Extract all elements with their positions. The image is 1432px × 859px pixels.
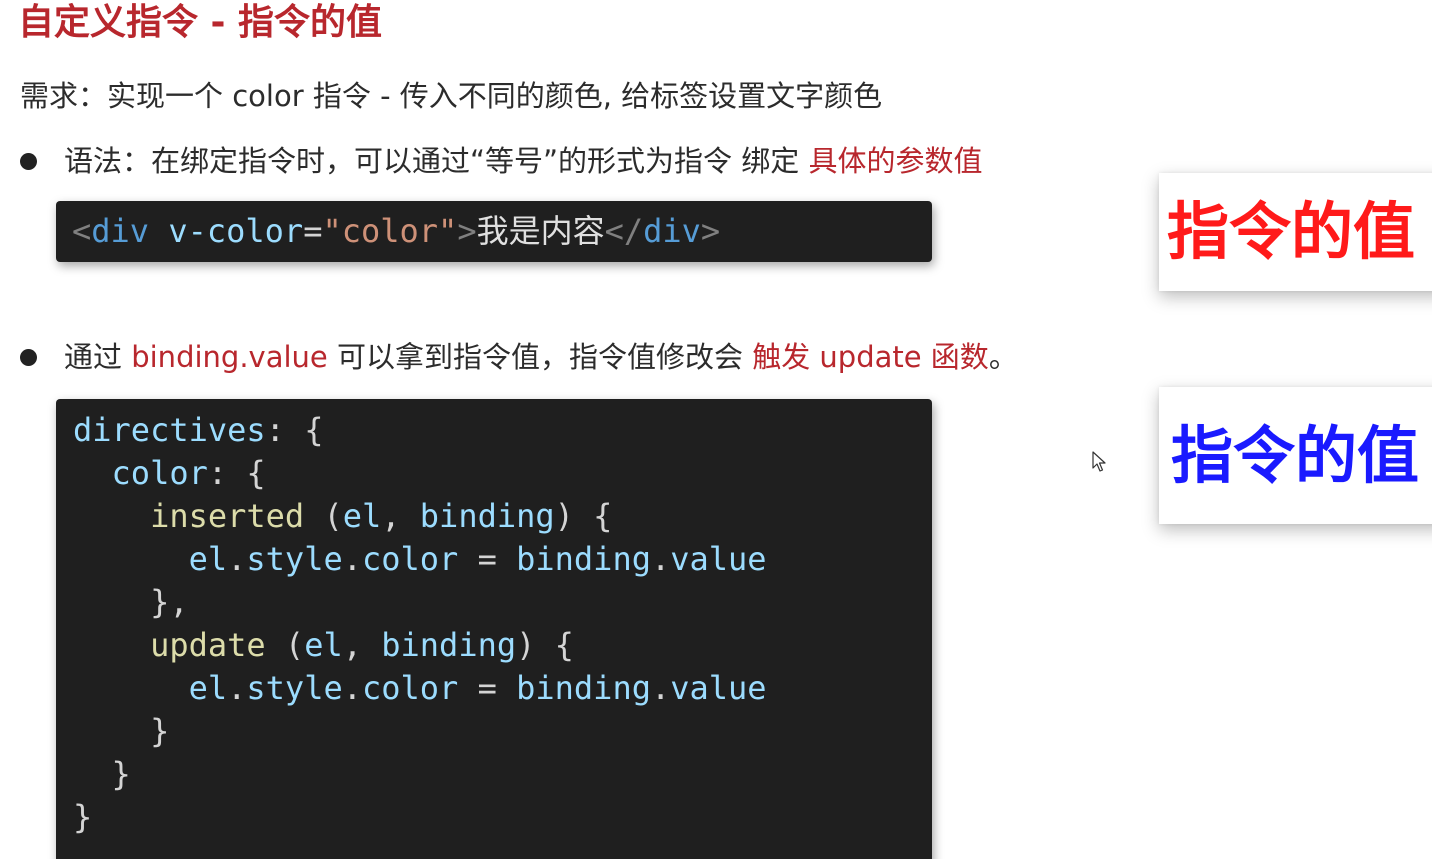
code-token: ) {: [516, 626, 574, 664]
code-token: : {: [207, 454, 266, 492]
code-token: inserted: [150, 497, 305, 535]
code-token: .: [650, 540, 671, 578]
code-token: binding: [516, 669, 651, 707]
code-token: binding: [516, 540, 651, 578]
code-token: .: [342, 669, 362, 707]
code-token: (: [265, 626, 305, 664]
code-token: directives: [73, 411, 266, 449]
code-token: .: [342, 540, 362, 578]
code-token: v-color: [168, 212, 304, 250]
code-token: }: [73, 798, 93, 836]
code-token: 我是内容: [476, 212, 605, 250]
code-token: =: [458, 540, 517, 578]
code-token: (: [304, 497, 343, 535]
code-line: color: {: [73, 452, 932, 495]
code-token: el: [188, 540, 228, 578]
code-token: =: [458, 669, 517, 707]
bullet-binding-text: 。: [988, 340, 1018, 374]
code-token: binding: [381, 626, 517, 664]
slide-page: 自定义指令 - 指令的值 需求：实现一个 color 指令 - 传入不同的颜色,…: [0, 0, 1432, 859]
code-token: div: [643, 212, 701, 250]
code-line: }: [73, 710, 932, 753]
code-line: inserted (el, binding) {: [73, 495, 932, 538]
code-token: >: [457, 212, 477, 250]
code-token: style: [246, 669, 343, 707]
bullet-binding: 通过 binding.value 可以拿到指令值，指令值修改会 触发 updat…: [64, 337, 1018, 377]
code-token: .: [227, 669, 247, 707]
code-token: binding: [419, 497, 555, 535]
code-snippet-template: <div v-color="color">我是内容</div>: [56, 201, 932, 262]
bullet-binding-highlight: binding.value: [131, 340, 328, 374]
bullet-syntax: 语法：在绑定指令时，可以通过“等号”的形式为指令 绑定 具体的参数值: [64, 141, 983, 181]
bullet-binding-text: 可以拿到指令值，指令值修改会: [327, 340, 753, 374]
requirement-text: 需求：实现一个 color 指令 - 传入不同的颜色, 给标签设置文字颜色: [20, 79, 883, 113]
demo-blue-text: 指令的值: [1171, 419, 1420, 492]
code-line: },: [73, 581, 932, 624]
code-line: }: [73, 796, 932, 839]
code-token: color: [361, 669, 459, 707]
code-line: directives: {: [73, 409, 932, 452]
bullet-syntax-highlight: 具体的参数值: [808, 144, 983, 178]
code-token: <: [72, 212, 92, 250]
code-line: el.style.color = binding.value: [73, 667, 932, 710]
demo-card-blue: 指令的值: [1159, 387, 1432, 524]
code-line: }: [73, 753, 932, 796]
bullet-dot: [20, 153, 37, 170]
page-title: 自定义指令 - 指令的值: [18, 2, 383, 43]
code-token: color: [361, 540, 459, 578]
code-token: .: [227, 540, 247, 578]
code-token: style: [246, 540, 343, 578]
code-token: ,: [381, 497, 420, 535]
code-token: =: [303, 212, 323, 250]
code-line: update (el, binding) {: [73, 624, 932, 667]
bullet-syntax-text: 语法：在绑定指令时，可以通过“等号”的形式为指令 绑定: [64, 144, 809, 178]
code-token: el: [304, 626, 343, 664]
code-token: ) {: [554, 497, 613, 535]
code-token: value: [670, 669, 767, 707]
code-token: ,: [342, 626, 382, 664]
code-token: el: [342, 497, 382, 535]
code-token: color: [111, 454, 208, 492]
code-token: }: [73, 712, 170, 750]
code-token: : {: [265, 411, 324, 449]
bullet-dot: [20, 349, 37, 366]
code-token: el: [188, 669, 228, 707]
demo-card-red: 指令的值: [1159, 173, 1432, 291]
code-token: update: [150, 626, 266, 664]
code-token: "color": [322, 212, 458, 250]
demo-red-text: 指令的值: [1167, 195, 1416, 268]
code-token: div: [91, 212, 150, 250]
code-token: },: [73, 583, 189, 621]
code-token: .: [650, 669, 671, 707]
mouse-pointer-icon: [1092, 451, 1106, 472]
code-line: el.style.color = binding.value: [73, 538, 932, 581]
code-token: value: [670, 540, 767, 578]
bullet-binding-highlight: 触发 update 函数: [752, 340, 989, 374]
code-token: </: [604, 212, 644, 250]
code-block-directives: directives: { color: { inserted (el, bin…: [56, 399, 932, 859]
code-token: >: [700, 212, 721, 250]
code-token: }: [73, 755, 131, 793]
bullet-binding-text: 通过: [64, 340, 132, 374]
